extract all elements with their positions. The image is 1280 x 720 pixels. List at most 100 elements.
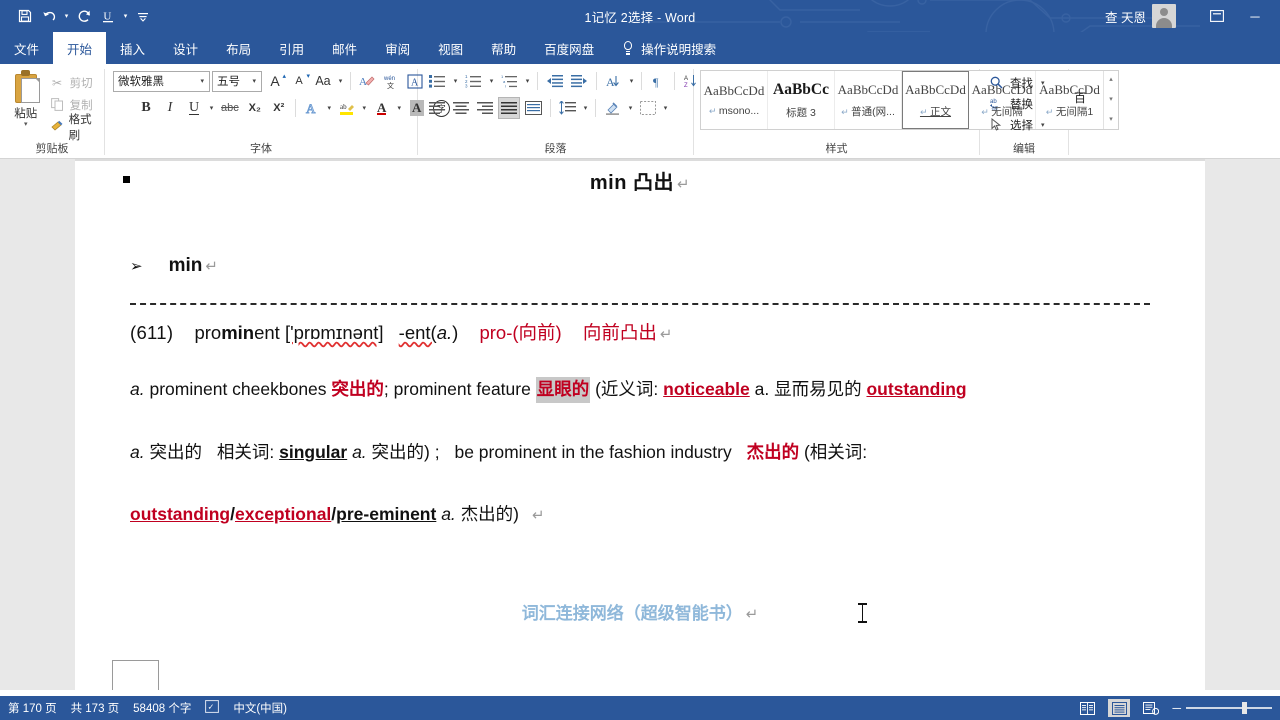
tab-review[interactable]: 审阅	[371, 32, 424, 64]
select-button[interactable]: 选择 ▾	[985, 114, 1045, 135]
zoom-slider[interactable]: ─	[1172, 701, 1272, 715]
style-item-0[interactable]: AaBbCcDd ↵ msono...	[701, 71, 768, 129]
multilevel-dropdown-icon[interactable]: ▾	[523, 77, 532, 85]
format-painter-button[interactable]: 格式刷	[47, 114, 99, 142]
paste-button[interactable]: 粘贴 ▾	[5, 69, 47, 129]
zoom-out-button[interactable]: ─	[1172, 701, 1181, 715]
avatar[interactable]	[1152, 4, 1176, 28]
grow-font-label: A	[270, 73, 280, 89]
print-layout-icon[interactable]	[1108, 699, 1131, 717]
tab-baidu-netdisk[interactable]: 百度网盘	[530, 32, 608, 64]
decrease-indent-button[interactable]	[543, 70, 566, 92]
minimize-icon[interactable]: ─	[1236, 1, 1274, 31]
tab-file[interactable]: 文件	[0, 32, 54, 64]
chevron-down-icon[interactable]: ▾	[197, 77, 207, 85]
change-case-dropdown-icon[interactable]: ▾	[336, 77, 345, 85]
text-effects-button[interactable]: A	[301, 97, 323, 119]
gallery-more-icon[interactable]: ▾	[1104, 111, 1118, 129]
align-left-button[interactable]	[426, 97, 448, 119]
read-mode-icon[interactable]	[1076, 699, 1098, 717]
tab-home[interactable]: 开始	[53, 32, 107, 64]
borders-dropdown-icon[interactable]: ▾	[661, 104, 670, 112]
shading-dropdown-icon[interactable]: ▾	[626, 104, 635, 112]
highlight-dropdown-icon[interactable]: ▾	[360, 104, 369, 112]
tell-me-search[interactable]: 操作说明搜索	[608, 32, 726, 64]
gallery-scroll-up-icon[interactable]: ▴	[1104, 71, 1118, 89]
customize-qat-icon[interactable]	[132, 5, 154, 27]
ribbon-display-options-icon[interactable]	[1198, 1, 1236, 31]
document-page[interactable]: min 凸出 ↵ ➢ min ↵ (611) prominent ['prɒmɪnə…	[75, 159, 1205, 696]
change-case-button[interactable]: Aa	[312, 70, 334, 92]
tab-design[interactable]: 设计	[159, 32, 212, 64]
font-name-combo[interactable]: 微软雅黑 ▾	[113, 70, 210, 92]
document-area[interactable]: min 凸出 ↵ ➢ min ↵ (611) prominent ['prɒmɪnə…	[0, 159, 1280, 696]
save-icon[interactable]	[14, 5, 36, 27]
underline-dropdown-icon[interactable]: ▾	[121, 5, 130, 27]
superscript-button[interactable]: X²	[268, 97, 290, 119]
text-effects-dropdown-icon[interactable]: ▾	[325, 104, 334, 112]
show-formatting-marks-button[interactable]: ¶	[647, 70, 669, 92]
align-center-button[interactable]	[450, 97, 472, 119]
select-dropdown-icon[interactable]: ▾	[1041, 121, 1045, 129]
tab-references[interactable]: 引用	[265, 32, 318, 64]
zoom-track[interactable]	[1186, 702, 1272, 714]
grow-font-button[interactable]: A ▴	[264, 70, 286, 92]
phonetic-guide-button[interactable]: wén 文	[380, 70, 402, 92]
shading-button[interactable]	[601, 97, 624, 119]
bullets-button[interactable]	[426, 70, 449, 92]
web-layout-icon[interactable]	[1140, 699, 1162, 717]
sort-dropdown-icon[interactable]: ▾	[627, 77, 636, 85]
bold-button[interactable]: B	[135, 97, 157, 119]
account-name[interactable]: 查 天恩	[1105, 7, 1146, 26]
line-spacing-button[interactable]	[556, 97, 579, 119]
clear-formatting-button[interactable]: A	[356, 70, 378, 92]
font-color-dropdown-icon[interactable]: ▾	[395, 104, 404, 112]
bullets-dropdown-icon[interactable]: ▾	[451, 77, 460, 85]
cut-button[interactable]: ✂ 剪切	[47, 72, 99, 93]
multilevel-list-button[interactable]: 1ai	[498, 70, 521, 92]
increase-indent-button[interactable]	[568, 70, 591, 92]
underline-button[interactable]: U	[183, 97, 205, 119]
chevron-down-icon[interactable]: ▾	[249, 77, 259, 85]
subscript-button[interactable]: X₂	[244, 97, 266, 119]
sort-button[interactable]: A	[602, 70, 625, 92]
tab-view[interactable]: 视图	[424, 32, 477, 64]
underline-dropdown-icon[interactable]: ▾	[207, 104, 216, 112]
align-right-button[interactable]	[474, 97, 496, 119]
page-total[interactable]: 共 173 页	[71, 700, 120, 716]
baidu-label[interactable]: 百	[1074, 89, 1086, 106]
italic-button[interactable]: I	[159, 97, 181, 119]
underline-icon[interactable]: U	[97, 5, 119, 27]
tab-insert[interactable]: 插入	[106, 32, 159, 64]
undo-dropdown-icon[interactable]: ▾	[62, 5, 71, 27]
word-count[interactable]: 58408 个字	[133, 700, 191, 716]
shrink-font-button[interactable]: A ▾	[288, 70, 310, 92]
undo-icon[interactable]	[38, 5, 60, 27]
find-button[interactable]: 查找 ▾	[985, 72, 1045, 93]
line-spacing-dropdown-icon[interactable]: ▾	[581, 104, 590, 112]
justify-button[interactable]	[498, 97, 520, 119]
style-item-2[interactable]: AaBbCcDd ↵ 普通(网...	[835, 71, 902, 129]
zoom-thumb[interactable]	[1242, 702, 1247, 714]
strikethrough-button[interactable]: abc	[218, 97, 242, 119]
font-size-combo[interactable]: 五号 ▾	[212, 70, 262, 92]
language[interactable]: 中文(中国)	[233, 700, 287, 716]
style-item-3[interactable]: AaBbCcDd ↵ 正文	[902, 71, 969, 129]
tab-mailings[interactable]: 邮件	[318, 32, 371, 64]
distribute-button[interactable]	[522, 97, 545, 119]
numbering-dropdown-icon[interactable]: ▾	[487, 77, 496, 85]
proofing-errors-icon[interactable]: ✓	[205, 700, 220, 716]
tab-help[interactable]: 帮助	[477, 32, 530, 64]
replace-button[interactable]: ab ac 替换	[985, 93, 1033, 114]
font-color-button[interactable]: A	[371, 97, 393, 119]
text-highlight-button[interactable]: ab	[336, 97, 358, 119]
borders-button[interactable]	[637, 97, 659, 119]
page-number[interactable]: 第 170 页	[8, 700, 57, 716]
redo-icon[interactable]	[73, 5, 95, 27]
tab-layout[interactable]: 布局	[212, 32, 265, 64]
find-dropdown-icon[interactable]: ▾	[1041, 79, 1045, 87]
numbering-button[interactable]: 123	[462, 70, 485, 92]
paste-dropdown-icon[interactable]: ▾	[24, 121, 28, 129]
gallery-scroll-down-icon[interactable]: ▾	[1104, 91, 1118, 109]
style-item-1[interactable]: AaBbCc 标题 3	[768, 71, 835, 129]
